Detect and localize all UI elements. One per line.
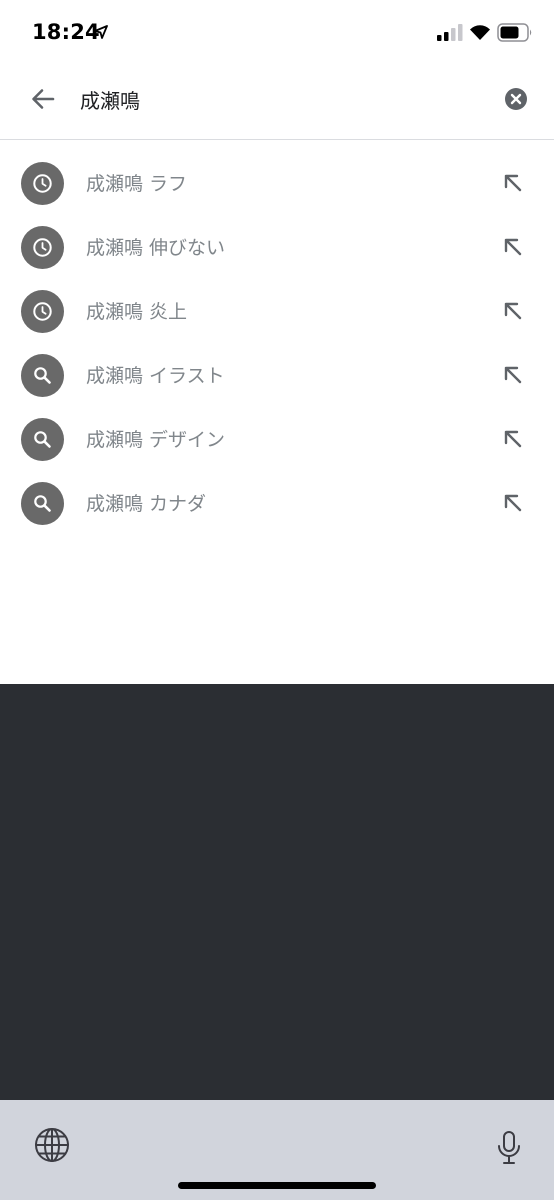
globe-icon[interactable]	[34, 1127, 70, 1163]
cellular-signal-icon	[437, 24, 463, 41]
fill-query-arrow-icon[interactable]	[501, 491, 525, 515]
search-header	[0, 66, 554, 140]
search-badge	[21, 482, 64, 525]
suggestion-text: 成瀬鳴 デザイン	[86, 429, 226, 451]
suggestion-item[interactable]: 成瀬鳴 カナダ	[0, 471, 554, 535]
history-badge	[21, 290, 64, 333]
wifi-icon	[470, 25, 490, 40]
suggestion-text: 成瀬鳴 イラスト	[86, 365, 225, 387]
fill-query-arrow-icon[interactable]	[501, 171, 525, 195]
fill-query-arrow-icon[interactable]	[501, 363, 525, 387]
search-icon	[34, 367, 51, 384]
suggestion-text: 成瀬鳴 炎上	[86, 301, 188, 323]
suggestion-item[interactable]: 成瀬鳴 ラフ	[0, 151, 554, 215]
location-arrow-icon	[94, 25, 108, 39]
suggestion-list: 成瀬鳴 ラフ 成瀬鳴 伸びない 成瀬鳴 炎上 成瀬鳴 イラスト 成瀬鳴 デザイン…	[0, 151, 554, 535]
fill-query-arrow-icon[interactable]	[501, 235, 525, 259]
history-badge	[21, 162, 64, 205]
clock-icon	[33, 302, 52, 321]
fill-query-arrow-icon[interactable]	[501, 427, 525, 451]
back-arrow-icon[interactable]	[28, 84, 58, 114]
suggestion-text: 成瀬鳴 カナダ	[86, 493, 207, 515]
search-badge	[21, 354, 64, 397]
status-bar: 18:24	[0, 0, 554, 66]
suggestion-item[interactable]: 成瀬鳴 伸びない	[0, 215, 554, 279]
suggestion-item[interactable]: 成瀬鳴 炎上	[0, 279, 554, 343]
clear-search-icon[interactable]	[504, 87, 528, 111]
microphone-icon[interactable]	[496, 1130, 522, 1166]
search-icon	[34, 431, 51, 448]
suggestion-text: 成瀬鳴 ラフ	[86, 173, 188, 195]
search-icon	[34, 495, 51, 512]
search-input[interactable]	[80, 82, 480, 116]
keyboard-area	[0, 684, 554, 1100]
suggestion-item[interactable]: 成瀬鳴 イラスト	[0, 343, 554, 407]
battery-icon	[497, 23, 532, 42]
status-time: 18:24	[32, 20, 100, 44]
suggestion-text: 成瀬鳴 伸びない	[86, 237, 226, 259]
search-badge	[21, 418, 64, 461]
home-indicator[interactable]	[178, 1182, 376, 1189]
suggestion-item[interactable]: 成瀬鳴 デザイン	[0, 407, 554, 471]
keyboard-bottom-bar	[0, 1100, 554, 1200]
clock-icon	[33, 238, 52, 257]
clock-icon	[33, 174, 52, 193]
history-badge	[21, 226, 64, 269]
fill-query-arrow-icon[interactable]	[501, 299, 525, 323]
